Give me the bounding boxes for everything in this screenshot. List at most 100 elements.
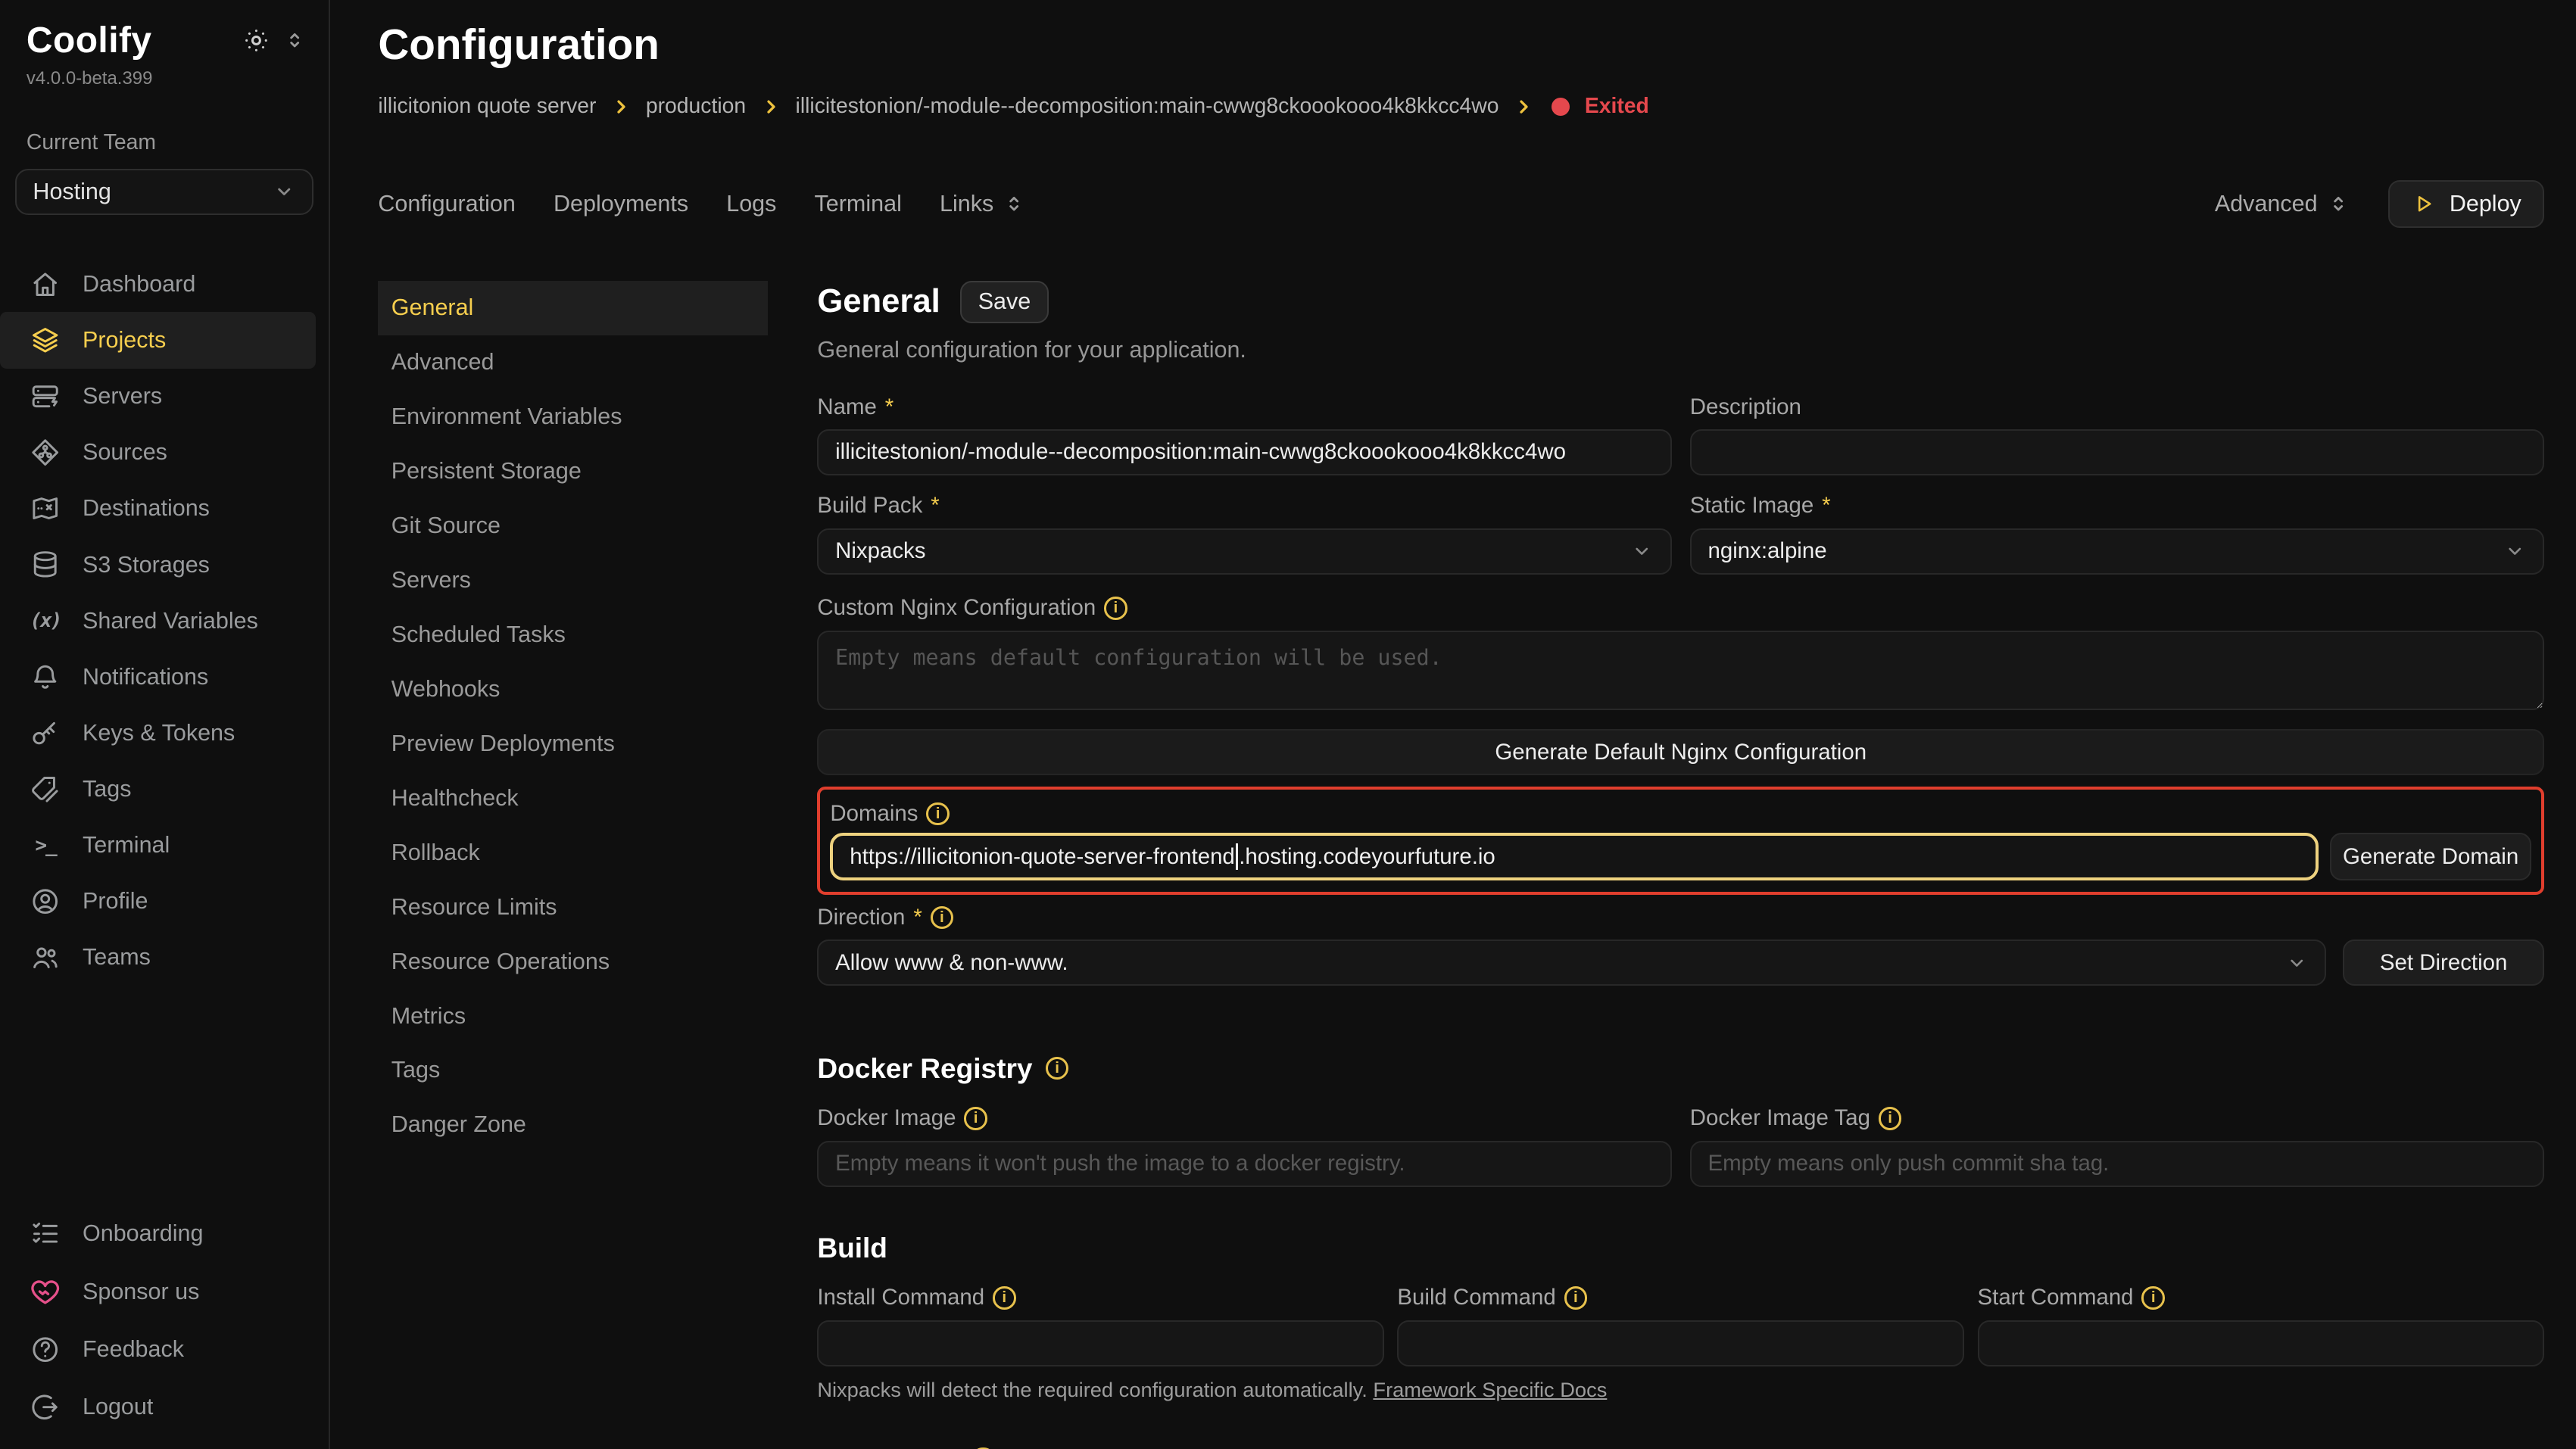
sidebar-item-dashboard[interactable]: Dashboard <box>0 256 316 312</box>
config-nav-tags[interactable]: Tags <box>378 1043 768 1098</box>
info-icon[interactable] <box>993 1286 1016 1310</box>
docker-image-field[interactable] <box>817 1141 1671 1187</box>
sidebar-item-s3-storages[interactable]: S3 Storages <box>0 537 316 593</box>
domains-field[interactable]: https://illicitonion-quote-server-fronte… <box>830 833 2318 880</box>
config-nav-persistent-storage[interactable]: Persistent Storage <box>378 444 768 499</box>
config-nav-general[interactable]: General <box>378 281 768 335</box>
build-command-field[interactable] <box>1397 1320 1964 1366</box>
start-command-field[interactable] <box>1978 1320 2545 1366</box>
page-title: Configuration <box>378 20 2544 71</box>
build-pack-select[interactable]: Nixpacks <box>817 528 1671 575</box>
sidebar-item-label: Feedback <box>83 1336 184 1363</box>
config-nav: General Advanced Environment Variables P… <box>378 281 768 1449</box>
config-nav-label: Healthcheck <box>391 785 519 812</box>
domain-value-before-caret: https://illicitonion-quote-server-fronte… <box>850 844 1235 870</box>
docker-image-label: Docker Image <box>817 1105 956 1131</box>
name-field[interactable] <box>817 429 1671 475</box>
nginx-config-label: Custom Nginx Configuration <box>817 595 1096 621</box>
chevron-right-icon <box>611 97 631 117</box>
config-nav-advanced[interactable]: Advanced <box>378 335 768 390</box>
install-command-label: Install Command <box>817 1285 984 1310</box>
theme-sun-icon[interactable] <box>243 27 270 54</box>
sidebar-item-feedback[interactable]: Feedback <box>0 1320 316 1378</box>
config-nav-metrics[interactable]: Metrics <box>378 989 768 1043</box>
config-nav-label: Advanced <box>391 349 494 375</box>
sidebar-item-keys-tokens[interactable]: Keys & Tokens <box>0 705 316 761</box>
build-pack-label: Build Pack <box>817 493 922 519</box>
sidebar-item-label: Keys & Tokens <box>83 720 235 746</box>
theme-switcher-chevrons-icon[interactable] <box>284 30 305 51</box>
sidebar-item-destinations[interactable]: Destinations <box>0 481 316 537</box>
tab-label: Terminal <box>815 191 902 217</box>
sidebar-item-terminal[interactable]: >_ Terminal <box>0 818 316 874</box>
sidebar-item-teams[interactable]: Teams <box>0 930 316 986</box>
config-nav-preview-deployments[interactable]: Preview Deployments <box>378 716 768 771</box>
generate-nginx-button[interactable]: Generate Default Nginx Configuration <box>817 729 2544 775</box>
logout-icon <box>30 1391 61 1423</box>
generate-domain-button[interactable]: Generate Domain <box>2330 833 2531 880</box>
advanced-dropdown[interactable]: Advanced <box>2215 191 2349 217</box>
text-caret <box>1236 843 1238 870</box>
tab-configuration[interactable]: Configuration <box>378 191 516 217</box>
sidebar-item-label: Servers <box>83 383 162 410</box>
static-image-select[interactable]: nginx:alpine <box>1690 528 2544 575</box>
direction-select[interactable]: Allow www & non-www. <box>817 940 2326 986</box>
info-icon[interactable] <box>1104 597 1127 620</box>
database-icon <box>30 549 61 580</box>
config-nav-label: Webhooks <box>391 676 501 703</box>
config-nav-webhooks[interactable]: Webhooks <box>378 662 768 716</box>
sidebar-item-label: Profile <box>83 888 148 915</box>
team-select[interactable]: Hosting <box>15 169 314 215</box>
sidebar-item-projects[interactable]: Projects <box>0 312 316 368</box>
config-nav-git-source[interactable]: Git Source <box>378 498 768 553</box>
info-icon[interactable] <box>1046 1057 1069 1080</box>
config-nav-servers[interactable]: Servers <box>378 553 768 607</box>
status-badge: Exited <box>1585 92 1649 120</box>
docker-image-tag-field[interactable] <box>1690 1141 2544 1187</box>
config-nav-rollback[interactable]: Rollback <box>378 825 768 880</box>
framework-docs-link[interactable]: Framework Specific Docs <box>1373 1378 1607 1401</box>
config-nav-scheduled-tasks[interactable]: Scheduled Tasks <box>378 607 768 662</box>
tabbar: Configuration Deployments Logs Terminal … <box>378 180 2544 228</box>
checklist-icon <box>30 1218 61 1249</box>
sidebar-item-profile[interactable]: Profile <box>0 874 316 930</box>
set-direction-button[interactable]: Set Direction <box>2343 940 2544 986</box>
sidebar-item-logout[interactable]: Logout <box>0 1379 316 1436</box>
info-icon[interactable] <box>1564 1286 1588 1310</box>
deploy-button[interactable]: Deploy <box>2388 180 2544 228</box>
tab-deployments[interactable]: Deployments <box>554 191 688 217</box>
bell-icon <box>30 662 61 693</box>
help-circle-icon <box>30 1334 61 1365</box>
tab-terminal[interactable]: Terminal <box>815 191 902 217</box>
config-nav-label: Resource Operations <box>391 949 610 975</box>
config-nav-resource-limits[interactable]: Resource Limits <box>378 880 768 934</box>
info-icon[interactable] <box>964 1107 987 1130</box>
breadcrumb-project-link[interactable]: illicitonion quote server <box>378 92 596 120</box>
nginx-config-textarea[interactable] <box>817 631 2544 710</box>
config-nav-healthcheck[interactable]: Healthcheck <box>378 771 768 825</box>
sidebar-item-sponsor-us[interactable]: Sponsor us <box>0 1263 316 1320</box>
info-icon[interactable] <box>2141 1286 2165 1310</box>
sidebar-item-tags[interactable]: Tags <box>0 761 316 817</box>
description-field[interactable] <box>1690 429 2544 475</box>
install-command-field[interactable] <box>817 1320 1384 1366</box>
config-nav-danger-zone[interactable]: Danger Zone <box>378 1098 768 1152</box>
build-pack-value: Nixpacks <box>835 538 925 564</box>
sidebar-item-sources[interactable]: Sources <box>0 425 316 481</box>
info-icon[interactable] <box>931 906 954 930</box>
config-nav-label: Preview Deployments <box>391 731 615 757</box>
config-nav-environment-variables[interactable]: Environment Variables <box>378 390 768 444</box>
sidebar-item-servers[interactable]: Servers <box>0 369 316 425</box>
info-icon[interactable] <box>926 802 950 826</box>
info-icon[interactable] <box>1879 1107 1902 1130</box>
config-nav-resource-operations[interactable]: Resource Operations <box>378 934 768 989</box>
tab-links[interactable]: Links <box>940 191 1025 217</box>
save-button[interactable]: Save <box>960 281 1049 324</box>
sidebar-item-onboarding[interactable]: Onboarding <box>0 1205 316 1263</box>
sidebar-item-notifications[interactable]: Notifications <box>0 649 316 705</box>
breadcrumb-environment-link[interactable]: production <box>646 92 746 120</box>
chevron-right-icon <box>761 97 781 117</box>
sidebar-item-shared-variables[interactable]: (x) Shared Variables <box>0 593 316 649</box>
status-dot <box>1552 98 1570 116</box>
tab-logs[interactable]: Logs <box>726 191 776 217</box>
